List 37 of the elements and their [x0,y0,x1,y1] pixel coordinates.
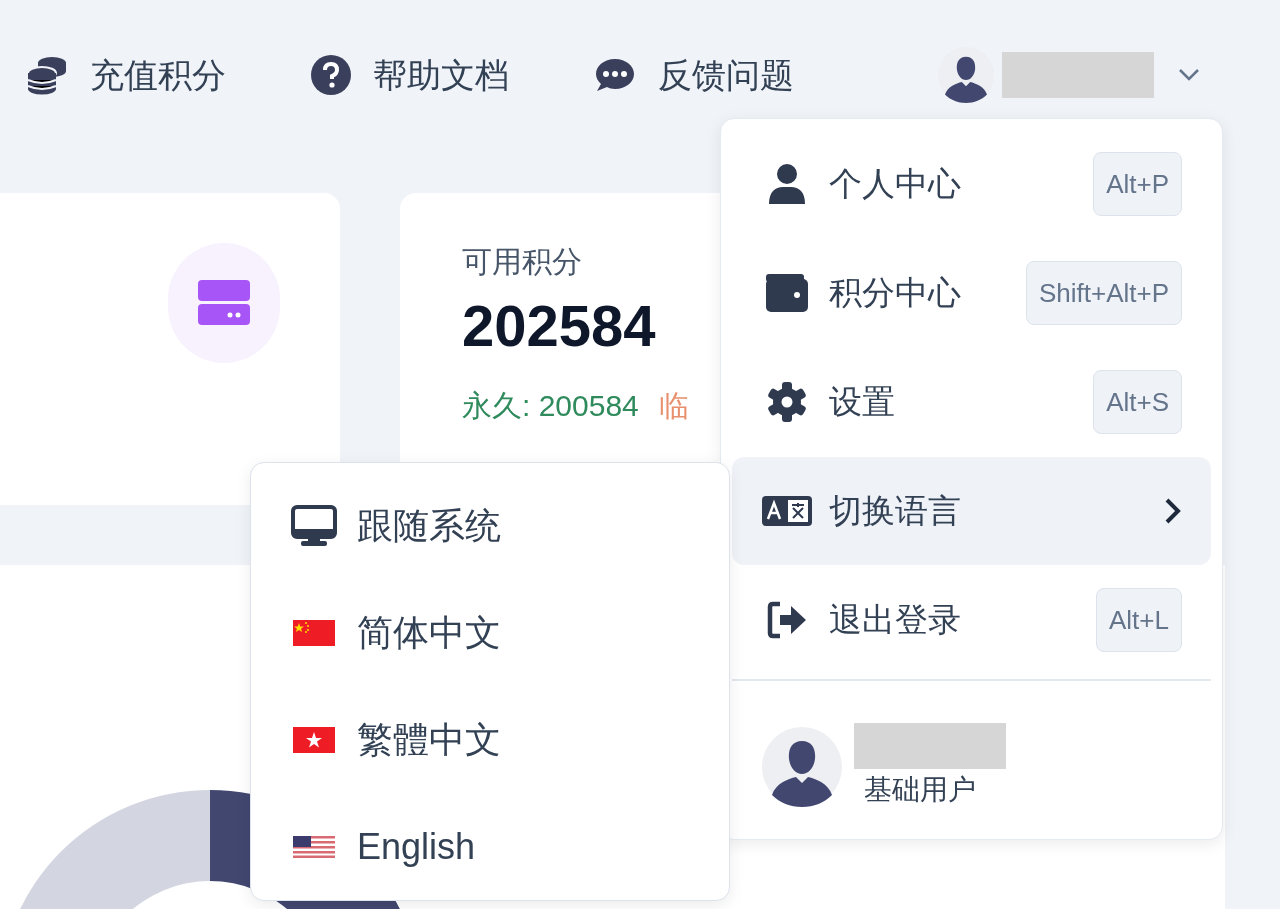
user-role: 基础用户 [864,773,976,807]
avatar-icon [762,727,842,807]
help-icon [311,55,351,95]
flag-icon [293,835,335,858]
shortcut-key: Shift+Alt+P [1025,261,1182,325]
language-option[interactable]: English [291,793,486,900]
nav-link[interactable]: 反馈问题 [594,49,794,101]
user-menu-button[interactable] [938,47,1200,103]
coins-icon [26,55,68,95]
language-option[interactable]: 繁體中文 [291,686,511,794]
shortcut-key: Alt+L [1096,588,1182,652]
shortcut-key: Alt+S [1093,370,1182,434]
nav-link[interactable]: 帮助文档 [311,49,509,101]
chat-icon [594,57,636,93]
menu-item[interactable]: 切换语言 [732,457,1211,565]
nav-link[interactable]: 充值积分 [26,49,226,101]
stat-label: 可用积分 [462,244,582,280]
temporary-points: 临 [658,387,689,424]
shortcut-key: Alt+P [1093,152,1182,216]
menu-item[interactable]: 退出登录 Alt+L [732,566,1211,674]
monitor-icon [291,505,337,548]
menu-item[interactable]: 个人中心 Alt+P [732,130,1211,238]
avatar-icon [938,47,994,103]
user-icon [769,164,805,204]
flag-icon [293,726,335,753]
stat-value: 202584 [462,292,656,360]
permanent-points: 永久: 200584 [462,387,639,424]
settings-icon [767,382,807,422]
language-option[interactable]: 简体中文 [291,579,511,687]
wallet-icon [766,274,808,312]
language-option[interactable]: 跟随系统 [291,473,511,580]
flag-icon [293,620,335,647]
menu-item[interactable]: 设置 Alt+S [732,348,1211,456]
chevron-icon [1178,68,1200,82]
translate-icon [762,496,812,526]
logout-icon [767,601,807,639]
menu-item[interactable]: 积分中心 Shift+Alt+P [732,239,1211,347]
